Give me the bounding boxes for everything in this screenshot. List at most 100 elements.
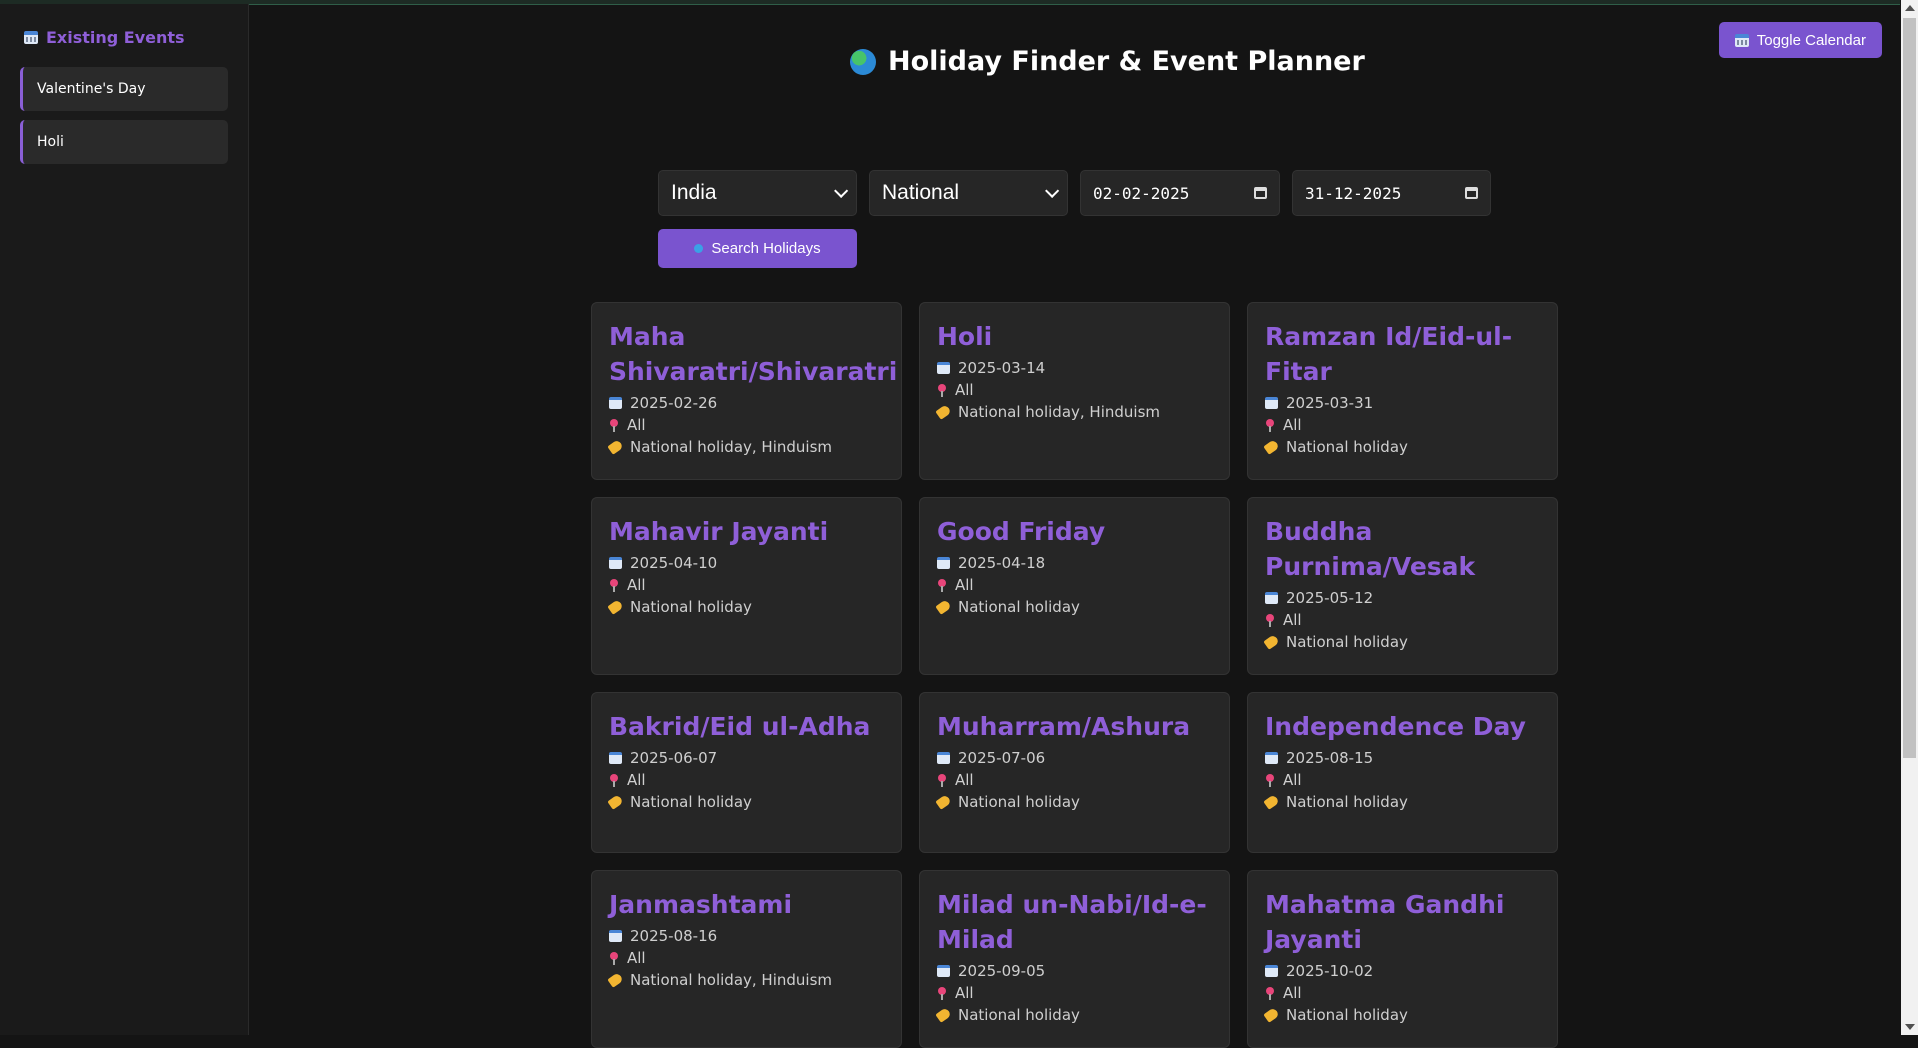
holiday-location-row: All <box>609 414 884 436</box>
holiday-type-select-value: National <box>882 181 960 204</box>
calendar-icon <box>937 557 950 569</box>
scrollbar-thumb[interactable] <box>1903 18 1916 758</box>
holiday-card-grid: Maha Shivaratri/Shivaratri 2025-02-26 Al… <box>591 302 1558 1048</box>
holiday-location-row: All <box>1265 982 1540 1004</box>
calendar-picker-icon[interactable] <box>1465 187 1478 199</box>
holiday-type: National holiday, Hinduism <box>630 971 832 989</box>
holiday-location: All <box>955 771 974 789</box>
vertical-scrollbar[interactable] <box>1901 0 1918 1035</box>
chevron-down-icon <box>834 183 849 198</box>
tag-icon <box>1263 794 1280 810</box>
holiday-location: All <box>627 949 646 967</box>
holiday-card: Good Friday 2025-04-18 All National holi… <box>919 497 1230 675</box>
calendar-icon <box>1734 33 1749 47</box>
holiday-date: 2025-08-16 <box>630 927 718 945</box>
pin-icon <box>937 986 947 1000</box>
end-date-input[interactable]: 31-12-2025 <box>1292 170 1491 216</box>
holiday-date: 2025-06-07 <box>630 749 718 767</box>
holiday-name: Janmashtami <box>609 890 793 919</box>
holiday-name: Maha Shivaratri/Shivaratri <box>609 322 898 386</box>
holiday-date-row: 2025-03-31 <box>1265 392 1540 414</box>
holiday-type: National holiday <box>630 598 752 616</box>
tag-icon <box>1263 634 1280 650</box>
holiday-location-row: All <box>937 982 1212 1004</box>
pin-icon <box>1265 773 1275 787</box>
search-holidays-label: Search Holidays <box>711 240 821 257</box>
holiday-name: Muharram/Ashura <box>937 712 1191 741</box>
holiday-type-select[interactable]: National <box>869 170 1068 216</box>
holiday-type: National holiday <box>1286 438 1408 456</box>
scroll-down-arrow-icon[interactable] <box>1905 1024 1915 1030</box>
holiday-date-row: 2025-02-26 <box>609 392 884 414</box>
holiday-name: Independence Day <box>1265 712 1526 741</box>
holiday-card: Muharram/Ashura 2025-07-06 All National … <box>919 692 1230 853</box>
tag-icon <box>935 1007 952 1023</box>
tag-icon <box>607 972 624 988</box>
holiday-location: All <box>627 416 646 434</box>
calendar-icon <box>937 752 950 764</box>
sidebar-item-valentines-day[interactable]: Valentine's Day <box>20 67 228 111</box>
holiday-type-row: National holiday <box>935 1004 1212 1026</box>
country-select-value: India <box>671 181 717 204</box>
calendar-picker-icon[interactable] <box>1254 187 1267 199</box>
holiday-card: Bakrid/Eid ul-Adha 2025-06-07 All Nation… <box>591 692 902 853</box>
window-top-edge <box>0 0 1900 5</box>
holiday-name: Buddha Purnima/Vesak <box>1265 517 1476 581</box>
calendar-icon <box>1265 965 1278 977</box>
sidebar-title: Existing Events <box>24 28 185 47</box>
calendar-icon <box>1265 397 1278 409</box>
pin-icon <box>1265 418 1275 432</box>
calendar-icon <box>609 752 622 764</box>
calendar-icon <box>937 362 950 374</box>
holiday-date-row: 2025-06-07 <box>609 747 884 769</box>
holiday-location-row: All <box>1265 609 1540 631</box>
holiday-card: Janmashtami 2025-08-16 All National holi… <box>591 870 902 1048</box>
tag-icon <box>1263 439 1280 455</box>
sidebar-item-holi[interactable]: Holi <box>20 120 228 164</box>
holiday-type-row: National holiday <box>1263 791 1540 813</box>
holiday-name: Bakrid/Eid ul-Adha <box>609 712 871 741</box>
calendar-icon <box>1265 592 1278 604</box>
holiday-type: National holiday, Hinduism <box>958 403 1160 421</box>
holiday-card: Maha Shivaratri/Shivaratri 2025-02-26 Al… <box>591 302 902 480</box>
page-title-text: Holiday Finder & Event Planner <box>888 46 1365 77</box>
globe-icon <box>850 48 876 75</box>
search-holidays-button[interactable]: Search Holidays <box>658 229 857 268</box>
start-date-value: 02-02-2025 <box>1093 183 1190 203</box>
holiday-type: National holiday, Hinduism <box>630 438 832 456</box>
search-icon <box>694 244 704 253</box>
holiday-date-row: 2025-09-05 <box>937 960 1212 982</box>
holiday-type: National holiday <box>1286 1006 1408 1024</box>
calendar-icon <box>609 557 622 569</box>
holiday-location-row: All <box>609 947 884 969</box>
pin-icon <box>937 578 947 592</box>
holiday-name: Mahavir Jayanti <box>609 517 829 546</box>
holiday-name: Milad un-Nabi/Id-e-Milad <box>937 890 1207 954</box>
country-select[interactable]: India <box>658 170 857 216</box>
calendar-icon <box>937 965 950 977</box>
holiday-type-row: National holiday <box>607 791 884 813</box>
holiday-type: National holiday <box>1286 793 1408 811</box>
toggle-calendar-button[interactable]: Toggle Calendar <box>1718 22 1882 58</box>
holiday-card: Mahatma Gandhi Jayanti 2025-10-02 All Na… <box>1247 870 1558 1048</box>
tag-icon <box>935 599 952 615</box>
chevron-down-icon <box>1045 183 1060 198</box>
tag-icon <box>935 794 952 810</box>
holiday-type-row: National holiday, Hinduism <box>935 401 1212 423</box>
calendar-icon <box>24 31 38 44</box>
holiday-card: Mahavir Jayanti 2025-04-10 All National … <box>591 497 902 675</box>
holiday-location: All <box>955 576 974 594</box>
holiday-date-row: 2025-07-06 <box>937 747 1212 769</box>
holiday-date: 2025-07-06 <box>958 749 1046 767</box>
holiday-date: 2025-04-10 <box>630 554 718 572</box>
start-date-input[interactable]: 02-02-2025 <box>1080 170 1280 216</box>
holiday-date: 2025-02-26 <box>630 394 718 412</box>
holiday-location: All <box>1283 771 1302 789</box>
holiday-location: All <box>955 984 974 1002</box>
calendar-icon <box>1265 752 1278 764</box>
page-title: Holiday Finder & Event Planner <box>850 46 1365 77</box>
holiday-date: 2025-10-02 <box>1286 962 1374 980</box>
scroll-up-arrow-icon[interactable] <box>1905 5 1915 11</box>
pin-icon <box>1265 986 1275 1000</box>
holiday-type-row: National holiday, Hinduism <box>607 436 884 458</box>
